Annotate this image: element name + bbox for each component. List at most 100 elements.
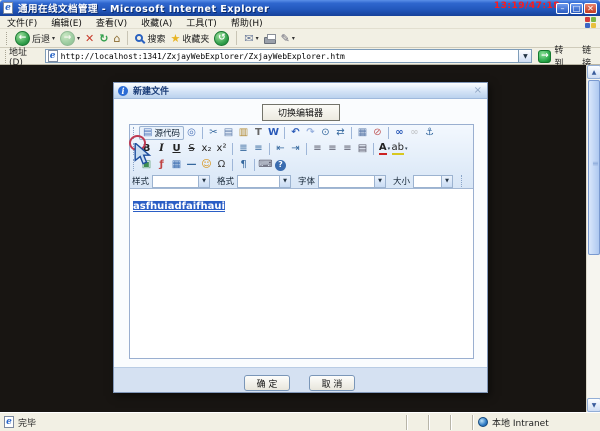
menu-file[interactable]: 文件(F) [0,16,44,29]
chevron-down-icon[interactable]: ▾ [388,146,391,152]
edit-button[interactable]: ✎ ▾ [281,33,295,44]
smiley-button[interactable]: ☺ [199,158,214,172]
style-combo-label: 样式 [132,177,150,187]
strikethrough-button[interactable]: S [184,142,199,156]
find-button[interactable]: ⊙ [318,126,333,140]
switch-editor-button[interactable]: 切换编辑器 [261,104,340,121]
unlink-button[interactable]: ∞ [407,126,422,140]
address-input[interactable]: e http://localhost:1341/ZxjayWebExplorer… [44,49,533,63]
print-button[interactable] [263,33,276,44]
text-color-button[interactable]: A ▾ [377,142,392,156]
font-combo-select[interactable]: ▼ [318,174,387,188]
address-bar: 地址(D) e http://localhost:1341/ZxjayWebEx… [0,46,600,69]
paste-button[interactable]: ▥ [236,126,251,140]
chevron-down-icon[interactable]: ▾ [405,146,408,152]
address-dropdown-button[interactable]: ▼ [518,50,532,62]
unordered-list-button[interactable]: ≡ [251,142,266,156]
justify-button[interactable]: ▤ [355,142,370,156]
horizontal-rule-button[interactable]: — [184,158,199,172]
title-bar[interactable]: e 通用在线文档管理 - Microsoft Internet Explorer… [0,0,600,16]
editor-content-area[interactable]: asfhuiadfaifhaui [130,189,473,358]
home-button[interactable]: ⌂ [113,33,120,44]
cancel-button[interactable]: 取 消 [309,375,355,391]
preview-button[interactable]: ◎ [184,126,199,140]
remove-format-icon: ⊘ [373,127,382,138]
vertical-scrollbar[interactable]: ▲ ▼ [586,65,600,412]
chevron-down-icon[interactable]: ▾ [292,35,295,42]
italic-button[interactable]: I [154,142,169,156]
format-combo-select[interactable]: ▼ [237,174,292,188]
chevron-down-icon[interactable]: ▼ [198,175,210,187]
toolbar-separator [232,143,233,155]
back-label: 后退 [32,34,51,45]
ok-button[interactable]: 确 定 [244,375,290,391]
align-center-button[interactable]: ≡ [325,142,340,156]
highlight-color-button[interactable]: ab ▾ [391,142,408,156]
chevron-down-icon[interactable]: ▼ [279,175,291,187]
page-break-button[interactable]: ¶ [236,158,251,172]
replace-button[interactable]: ⇄ [333,126,348,140]
align-left-button[interactable]: ≡ [310,142,325,156]
select-all-button[interactable]: ▦ [355,126,370,140]
cut-button[interactable]: ✂ [206,126,221,140]
indent-button[interactable]: ⇥ [288,142,303,156]
page-content: i 新建文件 × 切换编辑器 ▤ 源代码 ◎ ✂ ▤ ▥ T W ↶ ↷ ⊙ ⇄ ▦ ⊘ ∞ ∞ ⚓ BIUSx… [0,65,600,412]
back-button[interactable]: ← 后退 ▾ [15,30,55,46]
remove-format-button[interactable]: ⊘ [370,126,385,140]
size-combo-select[interactable]: ▼ [413,174,454,188]
scroll-up-icon[interactable]: ▲ [587,65,600,79]
universal-keyboard-button[interactable]: ⌨ [258,158,273,172]
window-controls: – □ ✕ [556,3,597,14]
minimize-button[interactable]: – [556,3,569,14]
edit-icon: ✎ [280,31,290,45]
subscript-icon: x₂ [201,143,212,154]
link-button[interactable]: ∞ [392,126,407,140]
scrollbar-thumb[interactable] [588,80,600,255]
outdent-button[interactable]: ⇤ [273,142,288,156]
menu-edit[interactable]: 编辑(E) [44,16,89,29]
source-button[interactable]: ▤ 源代码 [139,126,184,140]
anchor-icon: ⚓ [424,127,434,138]
dialog-close-icon[interactable]: × [474,85,482,96]
menu-favorites[interactable]: 收藏(A) [134,16,179,29]
paste-text-button[interactable]: T [251,126,266,140]
history-button[interactable]: ↺ [214,30,230,46]
ordered-list-button[interactable]: ≣ [236,142,251,156]
address-url: http://localhost:1341/ZxjayWebExplorer/Z… [60,51,345,61]
dialog-title-bar[interactable]: i 新建文件 × [114,83,487,99]
about-button[interactable]: ? [273,158,288,172]
mail-button[interactable]: ✉ ▾ [244,33,258,44]
chevron-down-icon[interactable]: ▼ [374,175,386,187]
subscript-button[interactable]: x₂ [199,142,214,156]
style-combo-select[interactable]: ▼ [152,174,211,188]
scroll-down-icon[interactable]: ▼ [587,398,600,412]
anchor-button[interactable]: ⚓ [422,126,437,140]
insert-table-button[interactable]: ▦ [169,158,184,172]
toolbar-separator [306,143,307,155]
undo-button[interactable]: ↶ [288,126,303,140]
chevron-down-icon[interactable]: ▾ [256,35,259,42]
stop-button[interactable]: ✕ [85,33,94,44]
close-button[interactable]: ✕ [584,3,597,14]
menu-view[interactable]: 查看(V) [89,16,134,29]
align-right-button[interactable]: ≡ [340,142,355,156]
maximize-button[interactable]: □ [570,3,583,14]
underline-button[interactable]: U [169,142,184,156]
selected-text[interactable]: asfhuiadfaifhaui [133,201,225,212]
search-button[interactable]: 搜索 [135,32,165,45]
forward-button[interactable]: → ▾ [60,30,80,46]
editor-toolbar-row-3: ▣ ƒ ▦ — ☺ Ω ¶ ⌨? [130,157,473,173]
paste-word-button[interactable]: W [266,126,281,140]
superscript-button[interactable]: x² [214,142,229,156]
special-char-button[interactable]: Ω [214,158,229,172]
menu-help[interactable]: 帮助(H) [224,16,270,29]
redo-button[interactable]: ↷ [303,126,318,140]
chevron-down-icon[interactable]: ▼ [441,175,453,187]
refresh-button[interactable]: ↻ [99,33,108,44]
chevron-down-icon[interactable]: ▾ [77,35,80,42]
insert-flash-button[interactable]: ƒ [154,158,169,172]
favorites-button[interactable]: ★ 收藏夹 [170,32,209,45]
menu-tools[interactable]: 工具(T) [179,16,224,29]
chevron-down-icon[interactable]: ▾ [52,35,55,42]
copy-button[interactable]: ▤ [221,126,236,140]
